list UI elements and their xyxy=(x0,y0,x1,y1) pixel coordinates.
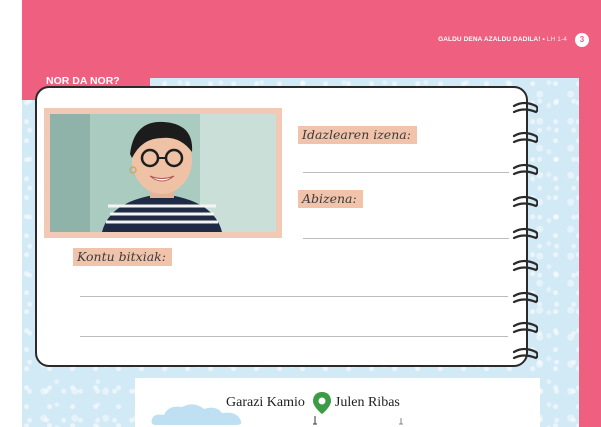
authors-line: Garazi Kamio Julen Ribas xyxy=(226,392,400,414)
curious-things-label: Kontu bitxiak: xyxy=(73,248,172,266)
page-header: GALDU DENA AZALDU DADILA! • LH 1-4 xyxy=(438,36,567,43)
header-separator: • xyxy=(542,36,545,43)
writer-name-line[interactable] xyxy=(303,172,509,173)
spiral-binding xyxy=(512,101,538,360)
author-name-2: Julen Ribas xyxy=(334,395,400,410)
book-title: GALDU DENA AZALDU DADILA! xyxy=(438,36,541,43)
page-number-badge: 3 xyxy=(575,33,589,47)
writer-name-label: Idazlearen izena: xyxy=(298,126,417,144)
surname-label: Abizena: xyxy=(298,190,363,208)
author-name-1: Garazi Kamio xyxy=(226,395,305,410)
decorative-marks xyxy=(313,416,403,425)
writing-line-2[interactable] xyxy=(80,336,508,337)
author-photo-frame xyxy=(44,108,282,238)
author-photo xyxy=(50,114,276,232)
writing-line-1[interactable] xyxy=(80,296,508,297)
location-pin-icon xyxy=(312,392,331,414)
level-code: LH 1-4 xyxy=(546,36,567,43)
surname-line[interactable] xyxy=(303,238,509,239)
